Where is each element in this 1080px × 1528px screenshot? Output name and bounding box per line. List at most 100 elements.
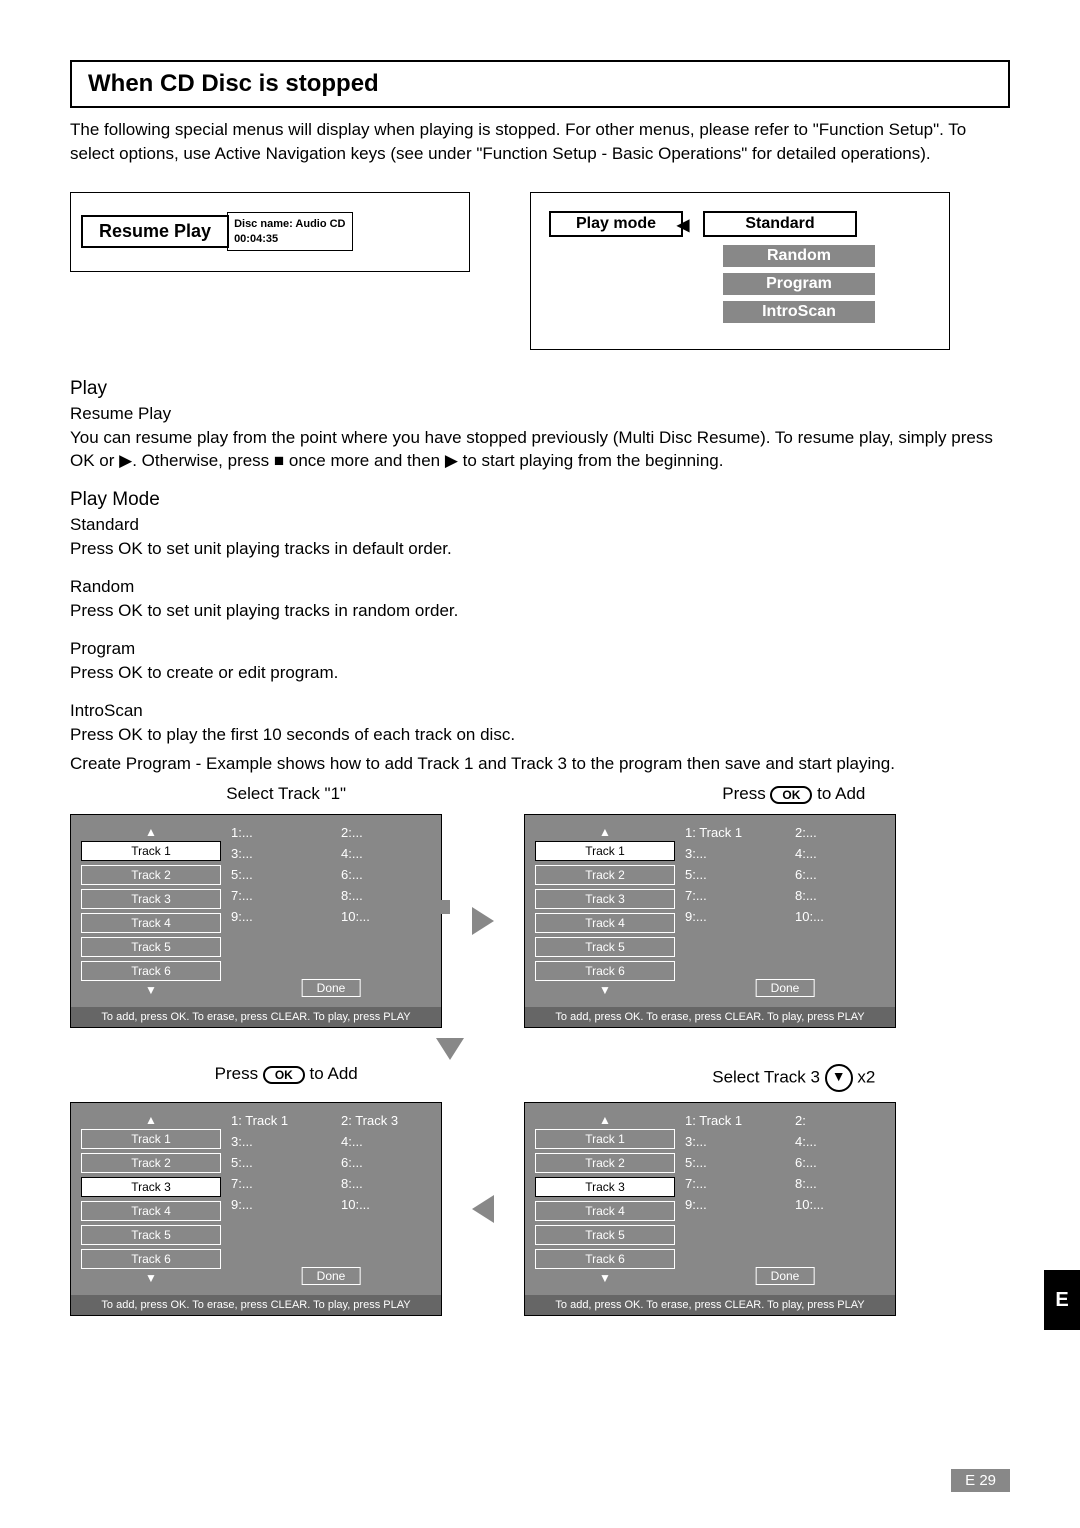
track-item: Track 3 — [535, 889, 675, 909]
done-button: Done — [302, 979, 361, 997]
program-slot: 3:... — [685, 846, 775, 861]
step4-caption: Press OK to Add — [70, 1064, 502, 1092]
program-slot: 8:... — [341, 1176, 431, 1191]
program-slots: 1: Track 12: Track 33:...4:...5:...6:...… — [231, 1113, 431, 1285]
step2a: Press — [722, 784, 770, 803]
done-button: Done — [756, 1267, 815, 1285]
page-number: E 29 — [951, 1469, 1010, 1492]
track-item: Track 1 — [81, 1129, 221, 1149]
step3a: Select Track 3 — [712, 1068, 824, 1087]
program-slot: 10:... — [795, 909, 885, 924]
resume-heading: Resume Play — [70, 404, 1010, 424]
program-slot: 1: Track 1 — [685, 1113, 775, 1128]
program-slot: 6:... — [795, 1155, 885, 1170]
program-slot: 9:... — [231, 1197, 321, 1212]
program-slot: 7:... — [231, 888, 321, 903]
track-item: Track 2 — [535, 1153, 675, 1173]
done-button: Done — [302, 1267, 361, 1285]
create-program-text: Create Program - Example shows how to ad… — [70, 752, 1010, 776]
panel-row-2: ▲ Track 1 Track 2 Track 3 Track 4 Track … — [70, 1102, 1010, 1316]
track-list: ▲ Track 1 Track 2 Track 3 Track 4 Track … — [81, 1113, 221, 1285]
program-slot: 4:... — [341, 1134, 431, 1149]
program-slot: 1: Track 1 — [231, 1113, 321, 1128]
disc-name: Disc name: Audio CD — [234, 217, 345, 231]
program-panel-2: ▲ Track 1 Track 2 Track 3 Track 4 Track … — [524, 814, 896, 1028]
arrow-left-icon — [472, 1195, 494, 1223]
track-item: Track 1 — [535, 841, 675, 861]
step-row-1: Select Track "1" Press OK to Add — [70, 784, 1010, 804]
program-slot: 3:... — [685, 1134, 775, 1149]
play-heading: Play — [70, 378, 1010, 400]
resume-text: You can resume play from the point where… — [70, 426, 1010, 474]
scroll-up-icon: ▲ — [145, 826, 157, 838]
step2-caption: Press OK to Add — [578, 784, 1010, 804]
program-slot: 7:... — [685, 1176, 775, 1191]
play-mode-label: Play mode — [549, 211, 683, 237]
section-title: When CD Disc is stopped — [70, 60, 1010, 108]
program-slot: 8:... — [795, 888, 885, 903]
play-mode-standard: ◀ Standard — [703, 211, 857, 237]
program-slot: 10:... — [341, 909, 431, 924]
program-slot: 9:... — [685, 1197, 775, 1212]
panel-hint: To add, press OK. To erase, press CLEAR.… — [525, 1295, 895, 1315]
done-button: Done — [756, 979, 815, 997]
track-item: Track 6 — [535, 961, 675, 981]
track-item: Track 2 — [81, 1153, 221, 1173]
program-slot: 5:... — [231, 867, 321, 882]
program-slot: 8:... — [341, 888, 431, 903]
track-list: ▲ Track 1 Track 2 Track 3 Track 4 Track … — [81, 825, 221, 997]
program-slot: 3:... — [231, 1134, 321, 1149]
arrow-down-icon — [436, 1038, 464, 1060]
program-slot: 4:... — [341, 846, 431, 861]
playmode-heading: Play Mode — [70, 489, 1010, 511]
track-item: Track 5 — [535, 1225, 675, 1245]
panel-hint: To add, press OK. To erase, press CLEAR.… — [71, 1295, 441, 1315]
manual-page: { "title": "When CD Disc is stopped", "i… — [0, 0, 1080, 1528]
program-slot: 7:... — [685, 888, 775, 903]
standard-text: Press OK to set unit playing tracks in d… — [70, 537, 1010, 561]
disc-time: 00:04:35 — [234, 232, 345, 246]
track-item: Track 3 — [81, 889, 221, 909]
program-slot: 9:... — [685, 909, 775, 924]
panel-row-1: ▲ Track 1 Track 2 Track 3 Track 4 Track … — [70, 814, 1010, 1028]
scroll-down-icon: ▼ — [145, 984, 157, 996]
option-standard: Standard — [745, 215, 814, 232]
side-tab: E — [1044, 1270, 1080, 1330]
track-list: ▲ Track 1 Track 2 Track 3 Track 4 Track … — [535, 825, 675, 997]
resume-play-label: Resume Play — [81, 215, 229, 248]
program-slot: 3:... — [231, 846, 321, 861]
program-slot: 2: — [795, 1113, 885, 1128]
track-item: Track 5 — [81, 937, 221, 957]
track-item: Track 3 — [535, 1177, 675, 1197]
program-slot: 1: Track 1 — [685, 825, 775, 840]
track-item: Track 6 — [535, 1249, 675, 1269]
introscan-heading: IntroScan — [70, 701, 1010, 721]
program-panel-1: ▲ Track 1 Track 2 Track 3 Track 4 Track … — [70, 814, 442, 1028]
panel-hint: To add, press OK. To erase, press CLEAR.… — [525, 1007, 895, 1027]
track-item: Track 1 — [535, 1129, 675, 1149]
program-panel-3: ▲ Track 1 Track 2 Track 3 Track 4 Track … — [524, 1102, 896, 1316]
program-slot: 5:... — [685, 1155, 775, 1170]
program-text: Press OK to create or edit program. — [70, 661, 1010, 685]
down-button-icon: ▼ — [825, 1064, 853, 1092]
menu-illustrations: Resume Play Disc name: Audio CD 00:04:35… — [70, 192, 1010, 350]
program-slot: 2: Track 3 — [341, 1113, 431, 1128]
step1-caption: Select Track "1" — [70, 784, 502, 804]
program-slot: 2:... — [795, 825, 885, 840]
track-item: Track 4 — [535, 913, 675, 933]
program-slot: 9:... — [231, 909, 321, 924]
program-heading: Program — [70, 639, 1010, 659]
program-slot: 6:... — [341, 867, 431, 882]
program-slot: 6:... — [341, 1155, 431, 1170]
step2b: to Add — [817, 784, 865, 803]
play-mode-program: Program — [723, 273, 875, 295]
track-item: Track 4 — [535, 1201, 675, 1221]
track-item: Track 2 — [535, 865, 675, 885]
ok-button-icon: OK — [263, 1066, 305, 1084]
program-slot: 2:... — [341, 825, 431, 840]
step3-caption: Select Track 3 ▼ x2 — [578, 1064, 1010, 1092]
left-arrow-icon: ◀ — [677, 215, 689, 235]
step3b: x2 — [857, 1068, 875, 1087]
random-text: Press OK to set unit playing tracks in r… — [70, 599, 1010, 623]
random-heading: Random — [70, 577, 1010, 597]
